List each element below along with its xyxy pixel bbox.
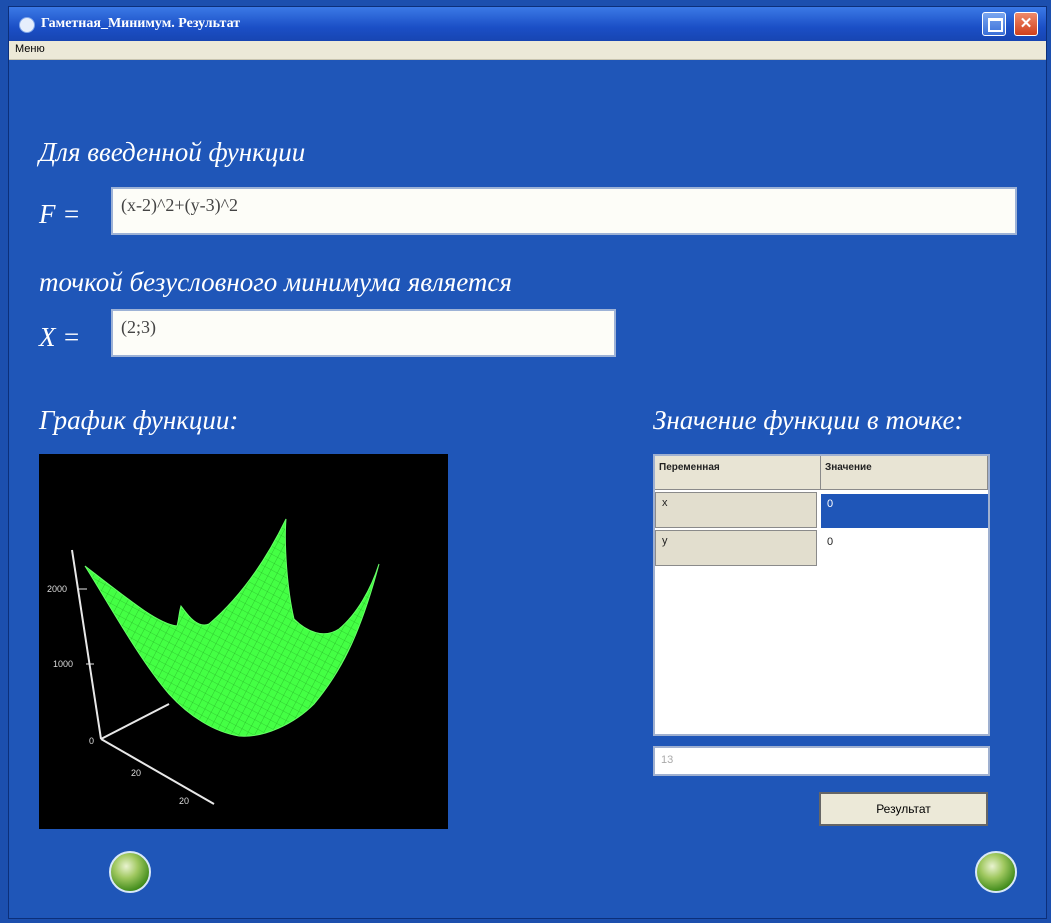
result-button[interactable]: Результат <box>819 792 988 826</box>
surface-mesh <box>84 518 380 737</box>
menu-bar: Меню <box>9 41 1046 60</box>
column-header-value[interactable]: Значение <box>821 456 988 490</box>
function-plot: 2000 1000 0 20 20 <box>39 454 448 829</box>
table-caption: Значение функции в точке: <box>653 405 964 435</box>
minimum-point-input[interactable]: (2;3) <box>111 309 616 357</box>
minimum-caption: точкой безусловного минимума является <box>39 267 512 297</box>
menu-item-main[interactable]: Меню <box>15 43 45 55</box>
z-tick-label-1000: 1000 <box>53 659 73 669</box>
app-icon <box>19 17 35 33</box>
row-header-x[interactable]: x <box>655 492 817 528</box>
function-input[interactable]: (x-2)^2+(y-3)^2 <box>111 187 1017 235</box>
confirm-button[interactable] <box>975 851 1017 893</box>
value-cell-x[interactable]: 0 <box>821 494 988 528</box>
window-title: Гаметная_Минимум. Результат <box>41 16 241 31</box>
x-prefix-label: X = <box>39 322 81 352</box>
row-header-y[interactable]: y <box>655 530 817 566</box>
values-table: Переменная Значение x 0 y 0 <box>653 454 990 736</box>
origin-tick-label: 0 <box>89 736 94 746</box>
f-prefix-label: F = <box>39 199 81 229</box>
x-tick-label-far: 20 <box>179 796 189 806</box>
z-tick-label-2000: 2000 <box>47 584 67 594</box>
function-value-output[interactable]: 13 <box>653 746 990 776</box>
app-window: Гаметная_Минимум. Результат ✕ Меню Для в… <box>8 6 1047 919</box>
function-caption: Для введенной функции <box>39 137 306 167</box>
value-cell-y[interactable]: 0 <box>821 532 988 566</box>
maximize-button[interactable] <box>982 12 1006 36</box>
y-axis <box>100 703 170 740</box>
close-button[interactable]: ✕ <box>1014 12 1038 36</box>
plot-caption: График функции: <box>39 405 239 435</box>
column-header-variable[interactable]: Переменная <box>655 456 821 490</box>
title-bar[interactable]: Гаметная_Минимум. Результат ✕ <box>9 7 1046 41</box>
x-axis <box>100 738 215 805</box>
back-button[interactable] <box>109 851 151 893</box>
x-tick-label-near: 20 <box>131 768 141 778</box>
